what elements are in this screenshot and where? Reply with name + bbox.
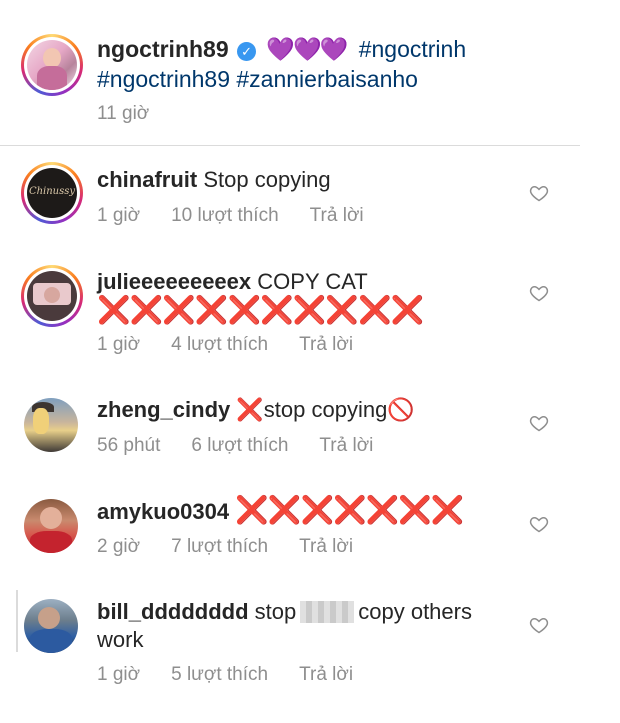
heart-outline-icon[interactable] (529, 183, 549, 203)
hashtag-line-1[interactable]: #ngoctrinh (359, 36, 466, 62)
heart-outline-icon[interactable] (529, 615, 549, 635)
verified-badge-icon: ✓ (237, 42, 257, 61)
comment-item: Chinussy chinafruit Stop copying 1 giờ 1… (0, 160, 580, 250)
comment-text: chinafruit Stop copying (97, 166, 517, 194)
comment-body: COPY CAT (257, 269, 368, 294)
comment-meta: 56 phút 6 lượt thích Trả lời (97, 435, 404, 457)
comment-text: bill_dddddddd stop copy others work (97, 598, 517, 654)
comment-body-end: copy others (358, 599, 472, 624)
like-count[interactable]: 10 lượt thích (171, 205, 279, 227)
commenter-username[interactable]: zheng_cindy (97, 397, 230, 422)
comment-body: stop copying (263, 397, 388, 422)
comment-item: amykuo0304 ❌❌❌❌❌❌❌ 2 giờ 7 lượt thích Tr… (0, 496, 580, 576)
reply-button[interactable]: Trả lời (299, 536, 353, 558)
purple-hearts: 💜💜💜 (266, 36, 348, 62)
heart-outline-icon[interactable] (529, 283, 549, 303)
comment-body: Stop copying (203, 167, 331, 192)
commenter-avatar[interactable]: Chinussy (21, 162, 83, 224)
heart-outline-icon[interactable] (529, 514, 549, 534)
red-x-icon: ❌ (236, 397, 264, 422)
author-avatar[interactable] (21, 34, 83, 96)
hashtag-line-2[interactable]: #ngoctrinh89 #zannierbaisanho (97, 66, 418, 92)
caption-text: ngoctrinh89 ✓ 💜💜💜 #ngoctrinh #ngoctrinh8… (97, 34, 527, 94)
commenter-username[interactable]: chinafruit (97, 167, 197, 192)
comment-item: zheng_cindy ❌stop copying🚫 56 phút 6 lượ… (0, 395, 580, 475)
commenter-avatar[interactable] (21, 265, 83, 327)
comment-meta: 1 giờ 10 lượt thích Trả lời (97, 205, 395, 227)
heart-outline-icon[interactable] (529, 413, 549, 433)
no-entry-icon: 🚫 (387, 397, 415, 422)
red-x-marks: ❌❌❌❌❌❌❌ (235, 495, 464, 525)
comment-time: 56 phút (97, 435, 161, 456)
commenter-avatar[interactable] (24, 499, 78, 553)
reply-button[interactable]: Trả lời (299, 664, 353, 686)
commenter-username[interactable]: bill_dddddddd (97, 599, 249, 624)
comment-text: julieeeeeeeeex COPY CAT ❌❌❌❌❌❌❌❌❌❌ (97, 268, 517, 326)
comment-text: zheng_cindy ❌stop copying🚫 (97, 396, 517, 424)
comment-body-line2: work (97, 627, 144, 652)
thread-indicator (16, 590, 18, 652)
comment-meta: 1 giờ 5 lượt thích Trả lời (97, 664, 384, 686)
blurred-text (300, 601, 355, 623)
commenter-avatar[interactable] (24, 599, 78, 653)
commenter-username[interactable]: amykuo0304 (97, 499, 229, 524)
post-time: 11 giờ (97, 103, 150, 124)
comment-meta: 2 giờ 7 lượt thích Trả lời (97, 536, 384, 558)
like-count[interactable]: 5 lượt thích (171, 664, 268, 686)
red-x-marks: ❌❌❌❌❌❌❌❌❌❌ (97, 295, 424, 325)
reply-button[interactable]: Trả lời (299, 334, 353, 356)
commenter-avatar[interactable] (24, 398, 78, 452)
commenter-username[interactable]: julieeeeeeeeex (97, 269, 251, 294)
comment-time: 1 giờ (97, 334, 141, 355)
comment-item: julieeeeeeeeex COPY CAT ❌❌❌❌❌❌❌❌❌❌ 1 giờ… (0, 265, 580, 365)
comment-time: 1 giờ (97, 664, 141, 685)
divider (0, 145, 580, 146)
comment-time: 1 giờ (97, 205, 141, 226)
comment-time: 2 giờ (97, 536, 141, 557)
reply-button[interactable]: Trả lời (319, 435, 373, 457)
reply-button[interactable]: Trả lời (310, 205, 364, 227)
post-caption-block: ngoctrinh89 ✓ 💜💜💜 #ngoctrinh #ngoctrinh8… (0, 0, 580, 145)
comment-body-start: stop (254, 599, 297, 624)
comment-text: amykuo0304 ❌❌❌❌❌❌❌ (97, 496, 517, 526)
like-count[interactable]: 7 lượt thích (171, 536, 268, 558)
like-count[interactable]: 6 lượt thích (191, 435, 288, 457)
comment-item: bill_dddddddd stop copy others work 1 giờ… (0, 590, 580, 698)
like-count[interactable]: 4 lượt thích (171, 334, 268, 356)
comment-meta: 1 giờ 4 lượt thích Trả lời (97, 334, 384, 356)
author-username[interactable]: ngoctrinh89 (97, 36, 229, 62)
